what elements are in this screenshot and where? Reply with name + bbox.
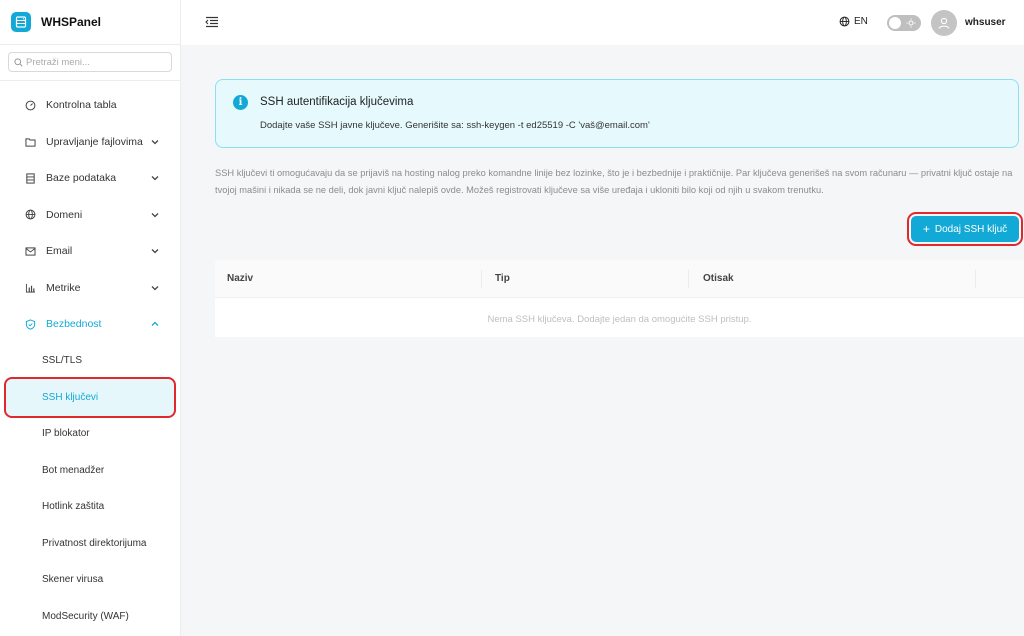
column-header-fingerprint[interactable]: Otisak — [703, 273, 734, 284]
sidebar-item-label: Kontrolna tabla — [46, 99, 117, 112]
sidebar-subitem-modsecurity[interactable]: ModSecurity (WAF) — [0, 598, 180, 635]
theme-toggle[interactable] — [887, 15, 921, 31]
chevron-down-icon — [151, 285, 159, 290]
gauge-icon — [24, 99, 36, 111]
column-header-type[interactable]: Tip — [495, 273, 510, 284]
chevron-down-icon — [151, 176, 159, 181]
info-icon: i — [233, 95, 248, 110]
main-content: i SSH autentifikacija ključevima Dodajte… — [181, 45, 1024, 636]
column-divider — [688, 270, 689, 288]
sidebar-menu: Kontrolna tabla Upravljanje fajlovima Ba… — [0, 87, 180, 635]
search-icon — [14, 57, 23, 67]
menu-search — [8, 52, 172, 72]
chevron-down-icon — [151, 249, 159, 254]
add-ssh-key-button[interactable]: + Dodaj SSH ključ — [907, 212, 1023, 246]
sidebar-item-label: Upravljanje fajlovima — [46, 135, 143, 148]
sidebar-item-metrics[interactable]: Metrike — [0, 270, 180, 307]
sidebar-subitem-ip-blocker[interactable]: IP blokator — [0, 416, 180, 453]
sidebar-item-label: Domeni — [46, 208, 83, 221]
sidebar-item-dashboard[interactable]: Kontrolna tabla — [0, 87, 180, 124]
menu-collapse-icon[interactable] — [205, 15, 219, 29]
topbar: EN whsuser — [181, 0, 1024, 45]
sidebar-item-label: Bezbednost — [46, 318, 102, 331]
search-input[interactable] — [26, 56, 156, 68]
sidebar-item-label: Metrike — [46, 281, 81, 294]
chevron-down-icon — [151, 212, 159, 217]
sidebar-subitem-ssl-tls[interactable]: SSL/TLS — [0, 343, 180, 380]
sun-icon — [906, 18, 916, 28]
sidebar-item-security[interactable]: Bezbednost — [0, 306, 180, 343]
column-divider — [975, 270, 976, 288]
column-header-name[interactable]: Naziv — [227, 273, 253, 284]
language-label: EN — [854, 16, 868, 27]
chevron-down-icon — [151, 139, 159, 144]
sidebar-item-label: Email — [46, 245, 73, 258]
server-icon — [11, 12, 31, 32]
table-empty-state: Nema SSH ključeva. Dodajte jedan da omog… — [487, 314, 752, 325]
chevron-up-icon — [151, 321, 159, 326]
plus-icon: + — [922, 222, 930, 236]
sidebar-subitem-virus-scanner[interactable]: Skener virusa — [0, 562, 180, 599]
sidebar-item-domains[interactable]: Domeni — [0, 197, 180, 234]
sidebar-subitem-bot-manager[interactable]: Bot menadžer — [0, 452, 180, 489]
folder-icon — [24, 136, 36, 148]
mail-icon — [24, 245, 36, 257]
sidebar-subitem-hotlink-protection[interactable]: Hotlink zaštita — [0, 489, 180, 526]
column-divider — [481, 270, 482, 288]
avatar[interactable] — [931, 10, 957, 36]
sidebar-subitem-directory-privacy[interactable]: Privatnost direktorijuma — [0, 525, 180, 562]
sidebar-item-databases[interactable]: Baze podataka — [0, 160, 180, 197]
table-header: Naziv Tip Otisak — [215, 260, 1024, 298]
alert-text: Dodajte vaše SSH javne ključeve. Generiš… — [260, 120, 650, 131]
globe-icon — [839, 16, 850, 27]
globe-icon — [24, 209, 36, 221]
sidebar-subitem-ssh-keys[interactable]: SSH ključevi — [4, 377, 176, 418]
brand-name: WHSPanel — [41, 15, 102, 29]
user-icon — [938, 17, 950, 29]
sidebar-item-label: Baze podataka — [46, 172, 117, 185]
sidebar-item-email[interactable]: Email — [0, 233, 180, 270]
sidebar: WHSPanel Kontrolna tabla Upravljanje faj… — [0, 0, 181, 636]
shield-icon — [24, 318, 36, 330]
ssh-keys-table: Naziv Tip Otisak Nema SSH ključeva. Doda… — [215, 260, 1024, 337]
sidebar-item-files[interactable]: Upravljanje fajlovima — [0, 124, 180, 161]
username[interactable]: whsuser — [965, 17, 1006, 28]
brand[interactable]: WHSPanel — [0, 0, 180, 45]
database-icon — [24, 172, 36, 184]
page-description: SSH ključevi ti omogućavaju da se prijav… — [215, 168, 1013, 195]
add-ssh-key-label: Dodaj SSH ključ — [934, 223, 1008, 235]
alert-title: SSH autentifikacija ključevima — [260, 96, 414, 108]
info-alert: i SSH autentifikacija ključevima Dodajte… — [215, 79, 1019, 148]
toggle-knob — [889, 17, 901, 29]
bar-chart-icon — [24, 282, 36, 294]
language-selector[interactable]: EN — [839, 16, 868, 27]
